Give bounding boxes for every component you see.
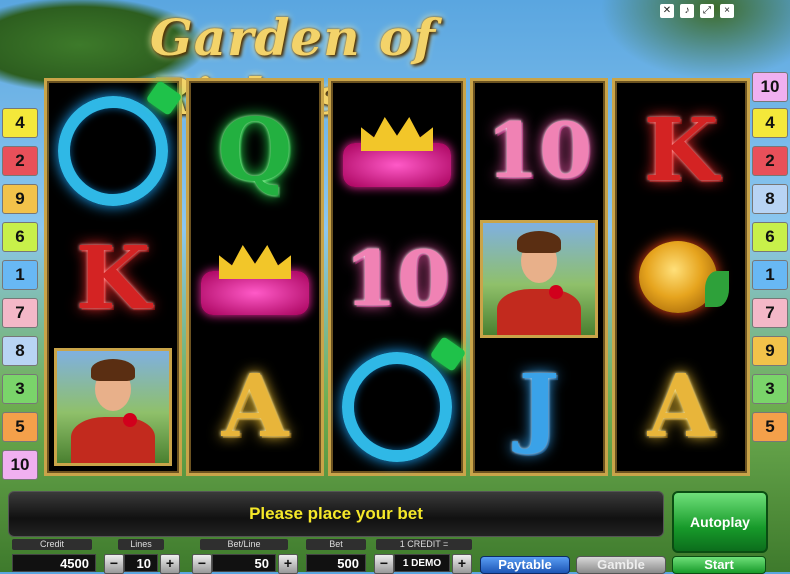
symbol-q: Q [195, 91, 315, 211]
credit-rate-label: 1 CREDIT = [376, 539, 472, 550]
golden-rose-icon [633, 237, 729, 321]
betline-value: 50 [212, 554, 276, 572]
symbol-k: K [621, 91, 741, 211]
lines-minus-button[interactable]: − [104, 554, 124, 574]
start-button[interactable]: Start [672, 556, 766, 574]
credit-rate-minus-button[interactable]: − [374, 554, 394, 574]
symbol-ring [337, 336, 467, 467]
status-message: Please place your bet [8, 491, 664, 537]
sound-icon[interactable]: ♪ [680, 4, 694, 18]
betline-minus-button[interactable]: − [192, 554, 212, 574]
reel-5: KA [612, 78, 750, 476]
close-icon[interactable]: × [720, 4, 734, 18]
symbol-k: K [53, 219, 173, 339]
autoplay-button[interactable]: Autoplay [672, 491, 768, 553]
line-indicator: 3 [752, 374, 788, 404]
line-indicator: 9 [2, 184, 38, 214]
gamble-button[interactable]: Gamble [576, 556, 666, 574]
man-portrait [480, 220, 598, 338]
ring-icon [58, 80, 183, 206]
line-indicator: 1 [2, 260, 38, 290]
line-indicator: 6 [752, 222, 788, 252]
reel-2: QA [186, 78, 324, 476]
symbol-letter: 10 [486, 106, 592, 195]
line-indicator: 2 [752, 146, 788, 176]
line-indicator: 4 [2, 108, 38, 138]
line-indicator: 2 [2, 146, 38, 176]
symbol-10: 10 [479, 91, 599, 211]
betline-plus-button[interactable]: + [278, 554, 298, 574]
credit-value: 4500 [12, 554, 96, 572]
tool-icon[interactable]: ✕ [660, 4, 674, 18]
lines-plus-button[interactable]: + [160, 554, 180, 574]
symbol-man [479, 219, 599, 339]
line-indicator: 10 [752, 72, 788, 102]
line-indicator: 7 [752, 298, 788, 328]
line-indicator: 3 [2, 374, 38, 404]
bet-value: 500 [306, 554, 366, 572]
man-portrait [54, 348, 172, 466]
symbol-10: 10 [337, 219, 457, 339]
symbol-letter: A [221, 356, 289, 457]
line-indicator: 8 [752, 184, 788, 214]
lines-label: Lines [118, 539, 164, 550]
credit-rate-value: 1 DEMO [394, 554, 450, 572]
reel-4: 10 J [470, 78, 608, 476]
symbol-letter: 10 [344, 234, 450, 323]
symbol-letter: K [643, 100, 719, 201]
symbol-letter: K [75, 228, 151, 329]
crown-icon [343, 111, 451, 191]
fullscreen-icon[interactable]: ⤢ [700, 4, 714, 18]
reel-3: 10 [328, 78, 467, 476]
reels-area: K Q A 10 10 J K A [44, 78, 750, 476]
symbol-letter: A [647, 356, 715, 457]
bet-label: Bet [306, 539, 366, 550]
line-indicator: 8 [2, 336, 38, 366]
symbol-a: A [195, 347, 315, 467]
symbol-j: J [479, 347, 599, 467]
paytable-button[interactable]: Paytable [480, 556, 570, 574]
symbol-letter: J [518, 356, 560, 457]
symbol-crown [195, 219, 315, 339]
symbol-crown [337, 91, 457, 211]
line-indicator: 7 [2, 298, 38, 328]
betline-label: Bet/Line [200, 539, 288, 550]
credit-label: Credit [12, 539, 92, 550]
credit-rate-plus-button[interactable]: + [452, 554, 472, 574]
line-indicator: 5 [752, 412, 788, 442]
symbol-a: A [621, 347, 741, 467]
game-title: Garden of Riches [150, 8, 436, 126]
line-indicator: 5 [2, 412, 38, 442]
line-indicator: 1 [752, 260, 788, 290]
lines-value: 10 [124, 554, 158, 572]
line-indicator: 9 [752, 336, 788, 366]
reel-1: K [44, 78, 183, 476]
line-indicator: 6 [2, 222, 38, 252]
symbol-man [53, 347, 173, 467]
symbol-rose [621, 219, 741, 339]
symbol-ring [53, 80, 183, 211]
line-indicator: 10 [2, 450, 38, 480]
crown-icon [201, 239, 309, 319]
ring-icon [342, 336, 467, 462]
line-indicator: 4 [752, 108, 788, 138]
top-icon-bar: ✕ ♪ ⤢ × [660, 4, 734, 18]
symbol-letter: Q [217, 100, 293, 201]
